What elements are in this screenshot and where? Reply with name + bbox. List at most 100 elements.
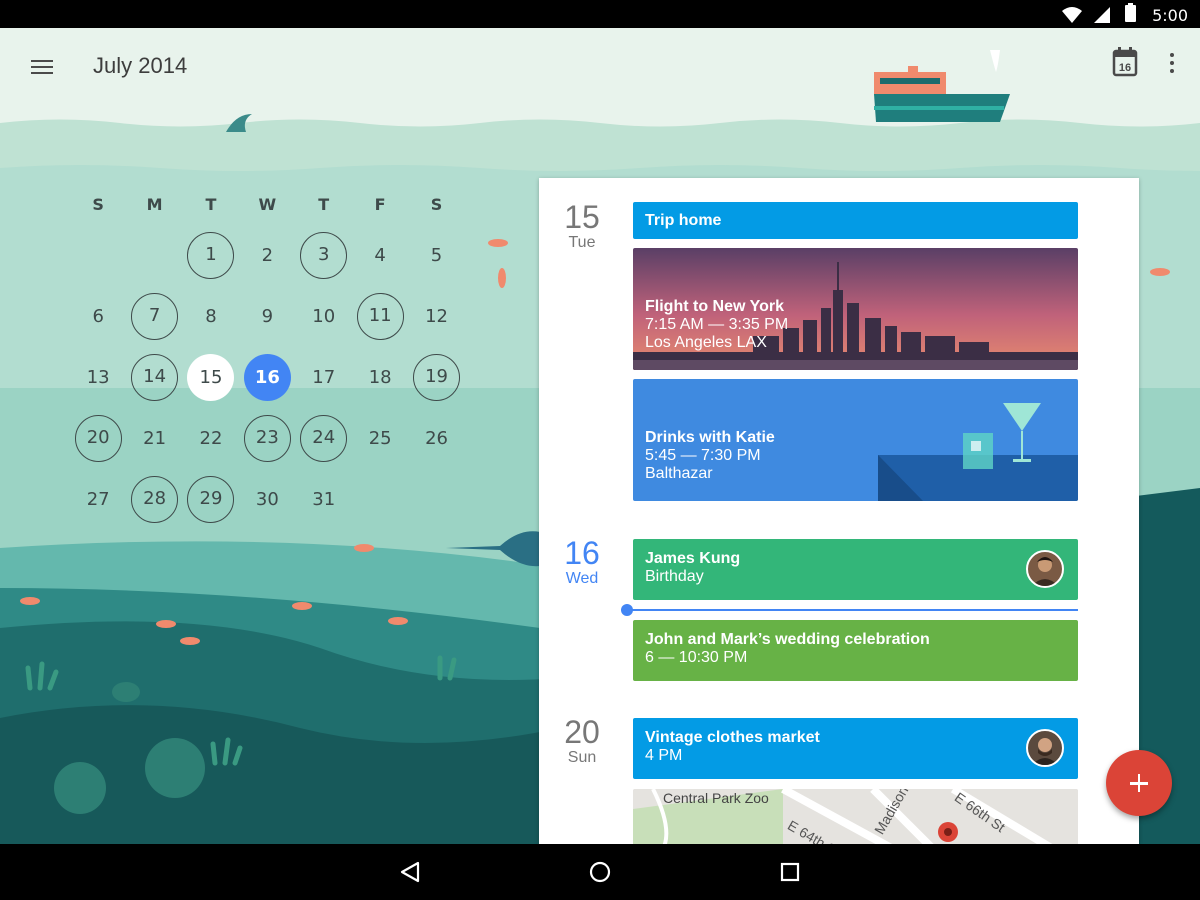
calendar-day[interactable]: 12 [408,286,464,347]
weekday-label: T [318,195,330,214]
calendar-week: 13 14 15 16 17 18 19 [70,347,465,408]
calendar-day[interactable]: 19 [408,347,464,408]
recents-button[interactable] [770,856,810,888]
overflow-menu-icon [1170,53,1174,57]
event-map[interactable]: Central Park Zoo E 64th St Madison E 66t… [633,789,1078,844]
calendar-day-number: 8 [205,306,217,327]
agenda-date-16: 16 Wed [539,536,625,588]
calendar-day-number: 9 [261,306,274,327]
event-subtitle: Birthday [645,568,704,585]
event-time: 5:45 — 7:30 PM [645,447,761,464]
agenda-date-number: 20 [564,714,600,750]
calendar-day[interactable]: 6 [70,286,126,347]
calendar-day-number: 18 [368,367,392,388]
calendar-day[interactable]: 28 [126,469,182,530]
menu-button[interactable] [22,52,62,82]
calendar-day[interactable]: 8 [183,286,239,347]
event-flight[interactable]: Flight to New York 7:15 AM — 3:35 PM Los… [633,248,1078,370]
event-time: 6 — 10:30 PM [645,649,748,666]
weekday-label: W [258,195,277,214]
calendar-day[interactable]: 11 [352,286,408,347]
event-birthday[interactable]: James Kung Birthday [633,539,1078,600]
calendar-day-number: 24 [300,415,348,462]
calendar-day[interactable]: 26 [408,408,464,469]
calendar-day[interactable]: 9 [239,286,295,347]
calendar-day[interactable]: 17 [296,347,352,408]
current-time-indicator [621,604,1078,616]
calendar-day[interactable]: 7 [126,286,182,347]
calendar-day-number: 1 [187,232,235,279]
calendar-day-number: 25 [368,428,392,449]
calendar-week: 1 2 3 4 5 [70,225,465,286]
navigation-bar [0,844,1200,900]
back-icon [400,861,420,883]
calendar-day[interactable]: 4 [352,225,408,286]
today-button[interactable]: 16 [1110,46,1140,78]
back-button[interactable] [390,856,430,888]
event-location: Los Angeles LAX [645,334,767,351]
overflow-menu-button[interactable] [1160,50,1184,76]
calendar-day[interactable]: 3 [296,225,352,286]
calendar-day[interactable]: 15 [183,347,239,408]
calendar-day-number: 7 [131,293,179,340]
calendar-day[interactable]: 31 [296,469,352,530]
calendar-day-number: 10 [312,306,336,327]
event-title: John and Mark’s wedding celebration [645,631,930,648]
calendar-day[interactable]: 2 [239,225,295,286]
calendar-day-number: 5 [430,245,443,266]
agenda-weekday: Wed [565,570,599,587]
calendar-day[interactable]: 30 [239,469,295,530]
calendar-day[interactable]: 22 [183,408,239,469]
calendar-day[interactable]: 23 [239,408,295,469]
calendar-day-number: 23 [243,415,291,462]
event-time: 4 PM [645,747,683,764]
calendar-day[interactable]: 20 [70,408,126,469]
calendar-day-number: 27 [86,489,110,510]
calendar-day-number: 22 [199,428,223,449]
event-trip-home[interactable]: Trip home [633,202,1078,239]
home-button[interactable] [580,856,620,888]
top-app-bar: July 2014 16 [0,28,1200,104]
event-title: James Kung [645,550,741,567]
calendar-week: 6 7 8 9 10 11 12 [70,286,465,347]
calendar-day[interactable]: 13 [70,347,126,408]
calendar-day[interactable]: 29 [183,469,239,530]
calendar-day[interactable]: 14 [126,347,182,408]
calendar-day[interactable]: 18 [352,347,408,408]
event-title: Drinks with Katie [645,429,775,446]
calendar-day-number: 26 [425,428,448,449]
agenda-date-15: 15 Tue [539,200,625,252]
weekday-label: S [430,195,443,214]
calendar-day-number: 29 [187,476,235,523]
calendar-day[interactable]: 24 [296,408,352,469]
event-vintage-market[interactable]: Vintage clothes market 4 PM [633,718,1078,779]
calendar-empty-cell [70,225,126,286]
calendar-day[interactable]: 21 [126,408,182,469]
add-event-button[interactable] [1106,750,1172,816]
month-title[interactable]: July 2014 [93,53,187,79]
calendar-day-number: 3 [300,232,348,279]
weekday-label: F [374,195,386,214]
calendar-day-number: 6 [92,306,104,327]
calendar-day[interactable]: 10 [296,286,352,347]
calendar-day[interactable]: 1 [183,225,239,286]
event-time: 7:15 AM — 3:35 PM [645,316,789,333]
weekday-label: M [146,195,163,214]
calendar-day[interactable]: 5 [408,225,464,286]
calendar-day[interactable]: 16 [239,347,295,408]
event-wedding[interactable]: John and Mark’s wedding celebration 6 — … [633,620,1078,681]
weekday-header: S M T W T F S [70,195,465,225]
calendar-day-number: 16 [243,354,291,401]
status-time: 5:00 [1152,6,1188,25]
calendar-day[interactable]: 27 [70,469,126,530]
calendar-day[interactable]: 25 [352,408,408,469]
agenda-weekday: Sun [567,749,597,766]
calendar-week: 20 21 22 23 24 25 26 [70,408,465,469]
event-drinks[interactable]: Drinks with Katie 5:45 — 7:30 PM Balthaz… [633,379,1078,501]
calendar-day-number: 17 [312,367,336,388]
calendar-day-number: 14 [131,354,179,401]
weekday-label: S [92,195,104,214]
agenda-date-number: 16 [564,535,600,571]
recents-icon [780,862,800,882]
avatar [1026,729,1064,767]
